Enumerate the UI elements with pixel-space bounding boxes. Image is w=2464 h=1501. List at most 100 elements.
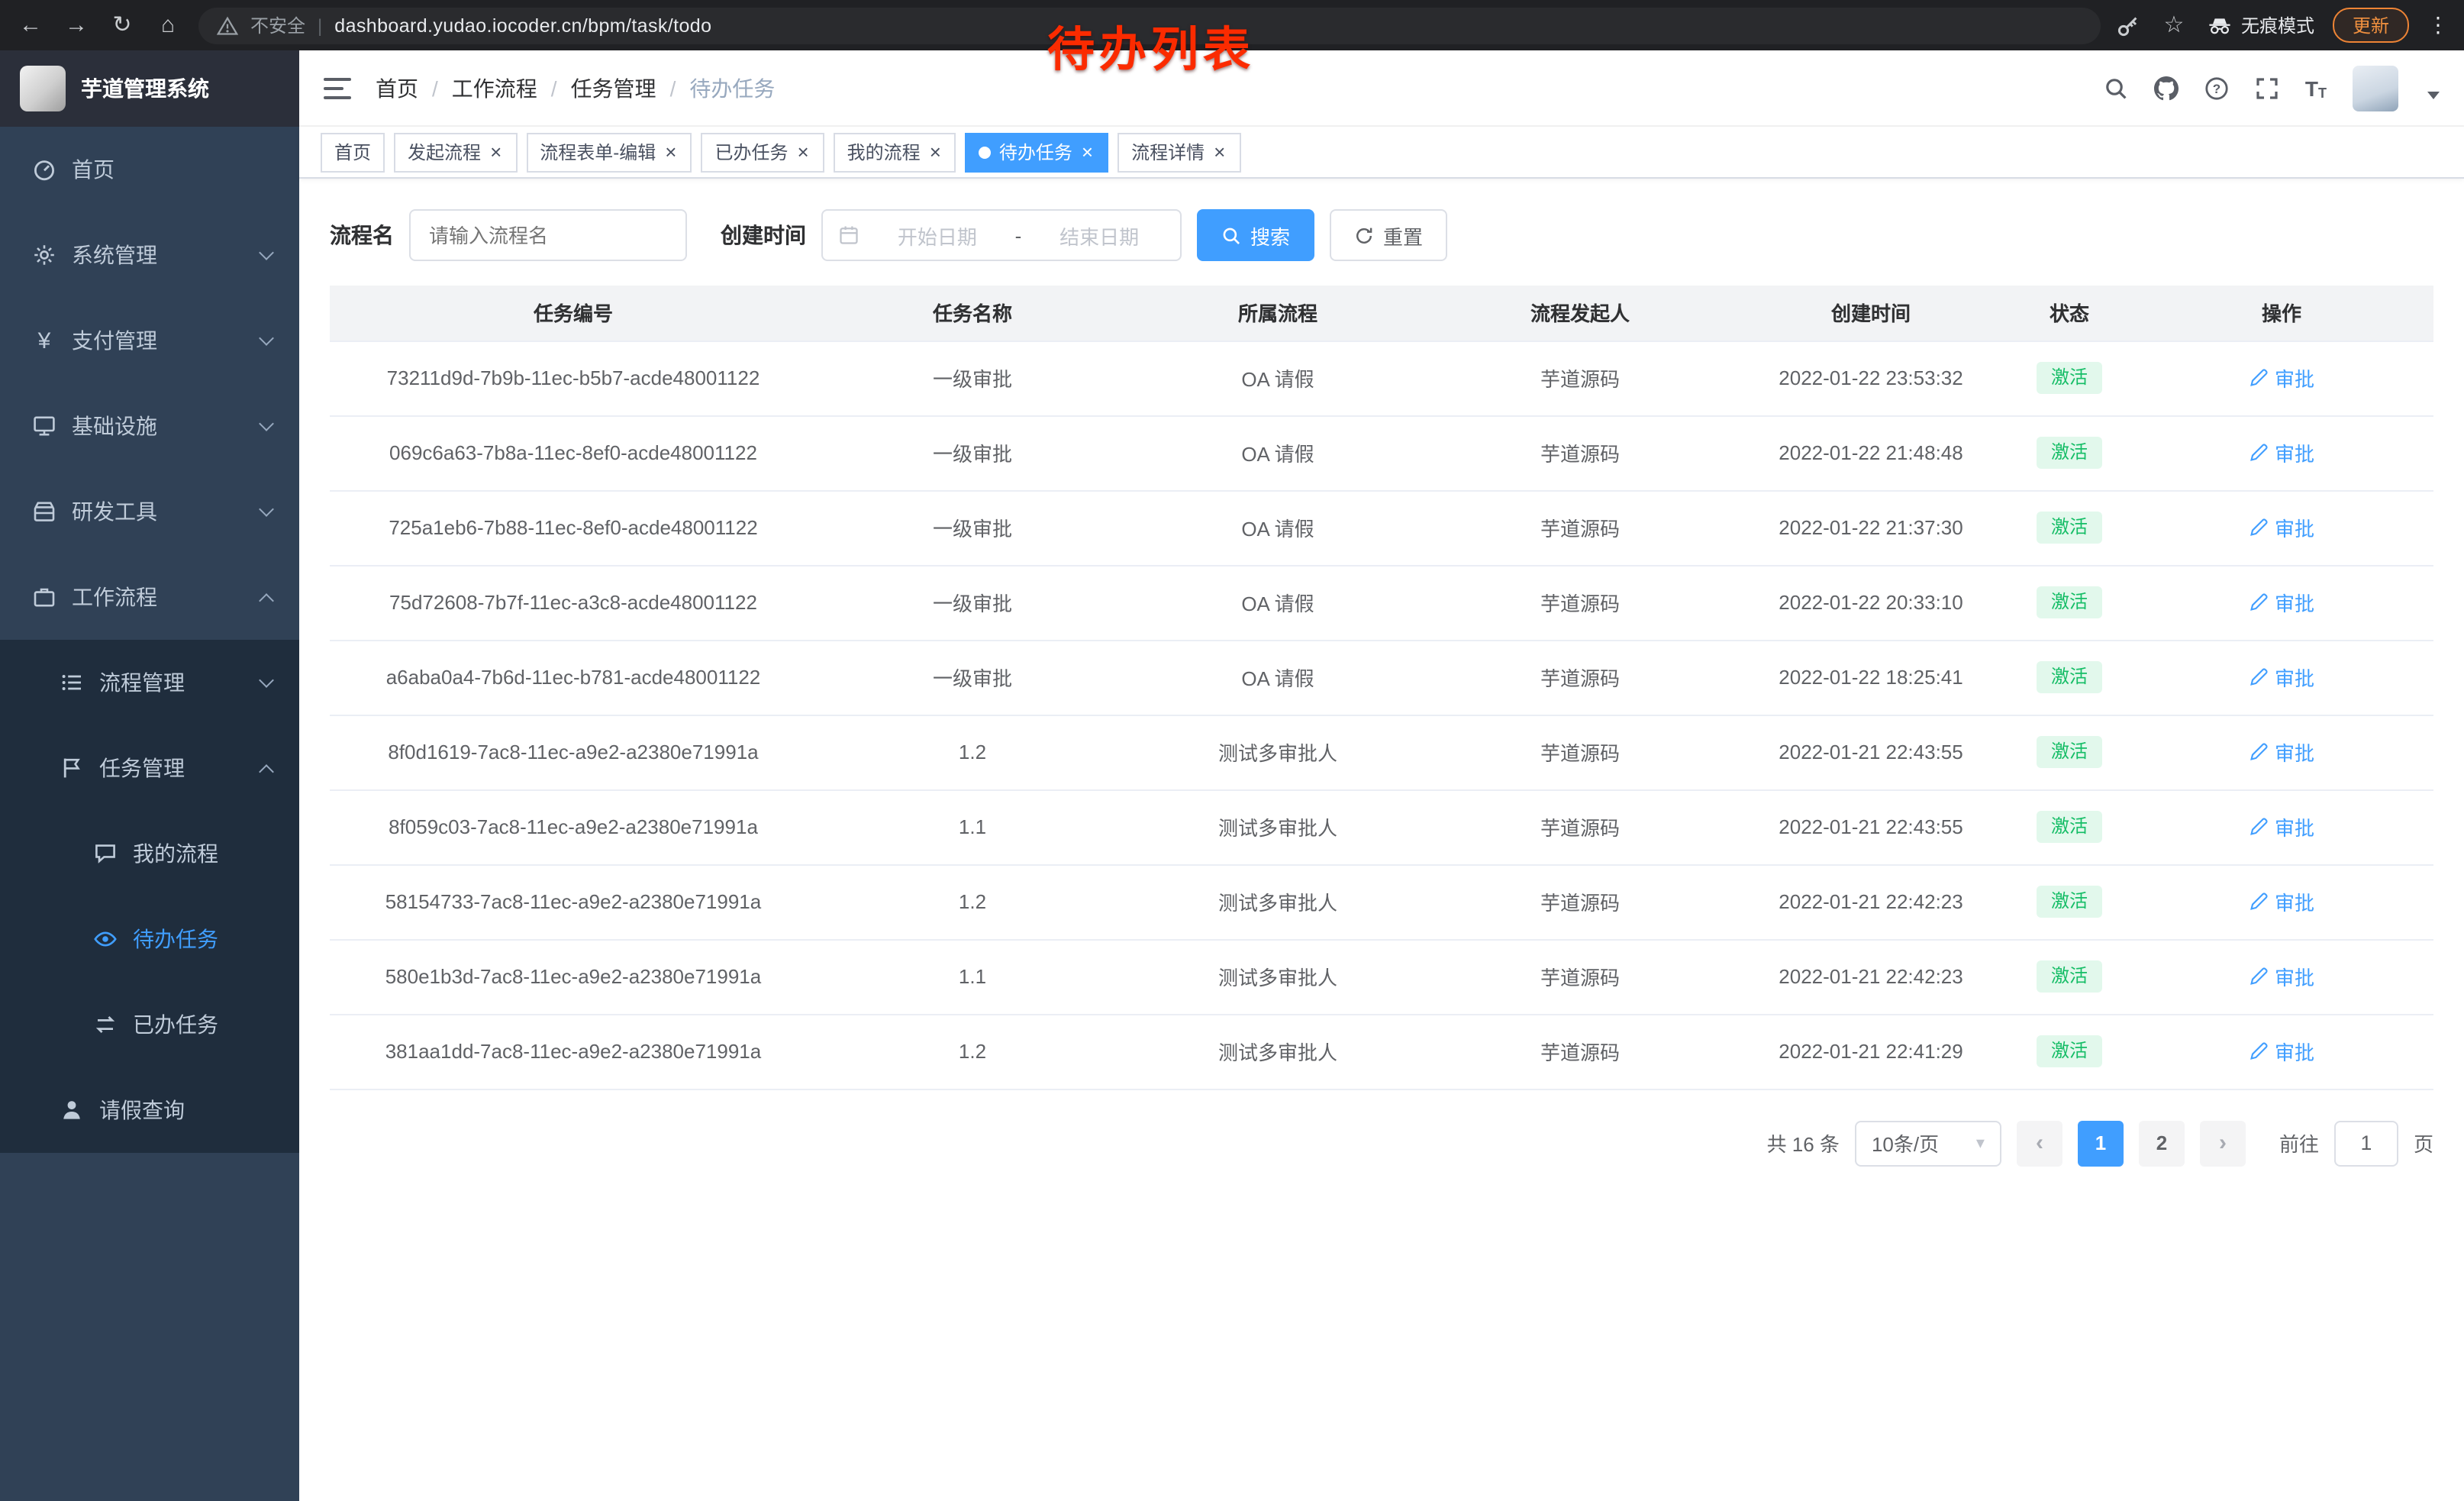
- search-icon[interactable]: [2104, 76, 2128, 100]
- close-icon[interactable]: ×: [1080, 142, 1095, 162]
- sidebar-item-payment[interactable]: ¥支付管理: [0, 298, 299, 383]
- incognito-badge: 无痕模式: [2208, 12, 2314, 38]
- sidebar-toggle-icon[interactable]: [324, 77, 351, 98]
- key-icon[interactable]: [2116, 13, 2140, 37]
- avatar-caret-icon[interactable]: [2427, 92, 2440, 99]
- close-icon[interactable]: ×: [1212, 142, 1227, 162]
- approve-link[interactable]: 审批: [2249, 513, 2314, 542]
- breadcrumb-item[interactable]: 首页: [376, 73, 418, 103]
- toolbox-icon: [31, 499, 58, 524]
- close-icon[interactable]: ×: [795, 142, 810, 162]
- avatar[interactable]: [2353, 65, 2398, 111]
- status-cell: 激活: [2009, 939, 2130, 1014]
- sidebar-item-my-process[interactable]: 我的流程: [0, 811, 299, 896]
- status-badge: 激活: [2037, 810, 2101, 843]
- create-time-cell: 2022-01-21 22:43:55: [1733, 715, 2009, 789]
- task-id-cell: 069c6a63-7b8a-11ec-8ef0-acde48001122: [330, 415, 817, 490]
- tab-my-process[interactable]: 我的流程×: [834, 132, 956, 172]
- tab-done-task[interactable]: 已办任务×: [701, 132, 824, 172]
- approve-link[interactable]: 审批: [2249, 962, 2314, 991]
- approve-link[interactable]: 审批: [2249, 588, 2314, 617]
- sidebar-item-infrastructure[interactable]: 基础设施: [0, 383, 299, 469]
- tab-process-detail[interactable]: 流程详情×: [1118, 132, 1240, 172]
- goto-page-input[interactable]: [2334, 1120, 2398, 1166]
- next-page-button[interactable]: ›: [2200, 1120, 2246, 1166]
- edit-pencil-icon: [2249, 592, 2269, 612]
- sidebar-logo[interactable]: 芋道管理系统: [0, 50, 299, 127]
- search-button[interactable]: 搜索: [1197, 209, 1314, 261]
- browser-menu-icon[interactable]: ⋮: [2427, 12, 2449, 38]
- approve-link-label: 审批: [2275, 887, 2314, 916]
- navbar-actions: ? TT: [2104, 65, 2440, 111]
- page-button-2[interactable]: 2: [2139, 1120, 2185, 1166]
- process-cell: OA 请假: [1128, 415, 1427, 490]
- task-name-cell: 一级审批: [817, 415, 1128, 490]
- reset-button-label: 重置: [1383, 221, 1423, 250]
- approve-link[interactable]: 审批: [2249, 887, 2314, 916]
- status-badge: 激活: [2037, 660, 2101, 693]
- sidebar-item-devtools[interactable]: 研发工具: [0, 469, 299, 554]
- initiator-cell: 芋道源码: [1427, 939, 1733, 1014]
- sidebar-item-task-mgmt[interactable]: 任务管理: [0, 725, 299, 811]
- reset-button[interactable]: 重置: [1330, 209, 1447, 261]
- approve-link[interactable]: 审批: [2249, 812, 2314, 841]
- sidebar-item-label: 待办任务: [133, 924, 272, 954]
- tab-home[interactable]: 首页: [321, 132, 385, 172]
- sidebar-item-process-mgmt[interactable]: 流程管理: [0, 640, 299, 725]
- breadcrumb-item[interactable]: 任务管理: [571, 73, 656, 103]
- date-range-picker[interactable]: 开始日期 - 结束日期: [821, 209, 1182, 261]
- close-icon[interactable]: ×: [663, 142, 678, 162]
- fullscreen-icon[interactable]: [2255, 76, 2279, 100]
- close-icon[interactable]: ×: [489, 142, 503, 162]
- initiator-cell: 芋道源码: [1427, 715, 1733, 789]
- process-name-input[interactable]: [429, 211, 667, 260]
- tab-label: 发起流程: [408, 139, 481, 165]
- initiator-cell: 芋道源码: [1427, 1014, 1733, 1089]
- tab-todo-task[interactable]: 待办任务×: [966, 132, 1108, 172]
- reload-button[interactable]: ↻: [107, 0, 137, 50]
- chevron-down-icon: ▾: [1976, 1133, 1985, 1153]
- approve-link[interactable]: 审批: [2249, 738, 2314, 767]
- svg-text:?: ?: [2213, 81, 2221, 95]
- sidebar-item-todo-task[interactable]: 待办任务: [0, 896, 299, 982]
- table-row: 8f059c03-7ac8-11ec-a9e2-a2380e71991a1.1测…: [330, 789, 2433, 864]
- yen-icon: ¥: [31, 329, 58, 352]
- initiator-cell: 芋道源码: [1427, 565, 1733, 640]
- page-size-select[interactable]: 10条/页 ▾: [1855, 1120, 2001, 1166]
- github-icon[interactable]: [2154, 76, 2179, 100]
- sidebar-item-leave-query[interactable]: 请假查询: [0, 1067, 299, 1153]
- sidebar-item-system[interactable]: 系统管理: [0, 212, 299, 298]
- page-button-1[interactable]: 1: [2078, 1120, 2124, 1166]
- chevron-down-icon: [259, 415, 274, 431]
- goto-unit-label: 页: [2414, 1128, 2433, 1157]
- sidebar-item-label: 我的流程: [133, 838, 272, 869]
- status-cell: 激活: [2009, 341, 2130, 415]
- breadcrumb-item[interactable]: 工作流程: [452, 73, 537, 103]
- tab-start-process[interactable]: 发起流程 ×: [394, 132, 517, 172]
- close-icon[interactable]: ×: [928, 142, 943, 162]
- table-row: 8f0d1619-7ac8-11ec-a9e2-a2380e71991a1.2测…: [330, 715, 2433, 789]
- create-time-cell: 2022-01-22 18:25:41: [1733, 640, 2009, 715]
- sidebar-item-done-task[interactable]: 已办任务: [0, 982, 299, 1067]
- main-area: 首页/工作流程/任务管理/待办任务 ? TT 首页发起流程×流程表单-编辑×已办…: [299, 50, 2464, 1501]
- sidebar-item-workflow[interactable]: 工作流程: [0, 554, 299, 640]
- tab-form-edit[interactable]: 流程表单-编辑×: [526, 132, 692, 172]
- prev-page-button[interactable]: ‹: [2017, 1120, 2062, 1166]
- font-size-icon[interactable]: TT: [2305, 76, 2327, 100]
- approve-link[interactable]: 审批: [2249, 438, 2314, 467]
- approve-link[interactable]: 审批: [2249, 363, 2314, 392]
- sidebar-item-home[interactable]: 首页: [0, 127, 299, 212]
- approve-link[interactable]: 审批: [2249, 1037, 2314, 1066]
- back-button[interactable]: ←: [15, 0, 46, 50]
- chevron-up-icon: [259, 763, 274, 779]
- task-id-cell: 58154733-7ac8-11ec-a9e2-a2380e71991a: [330, 864, 817, 939]
- home-button[interactable]: ⌂: [153, 0, 183, 50]
- page-root: ← → ↻ ⌂ 不安全 | dashboard.yudao.iocoder.cn…: [0, 0, 2464, 1501]
- bookmark-star-icon[interactable]: ☆: [2159, 0, 2189, 50]
- forward-button[interactable]: →: [61, 0, 92, 50]
- chevron-down-icon: [259, 672, 274, 687]
- status-cell: 激活: [2009, 864, 2130, 939]
- update-button[interactable]: 更新: [2333, 8, 2409, 43]
- help-icon[interactable]: ?: [2204, 76, 2229, 100]
- approve-link[interactable]: 审批: [2249, 663, 2314, 692]
